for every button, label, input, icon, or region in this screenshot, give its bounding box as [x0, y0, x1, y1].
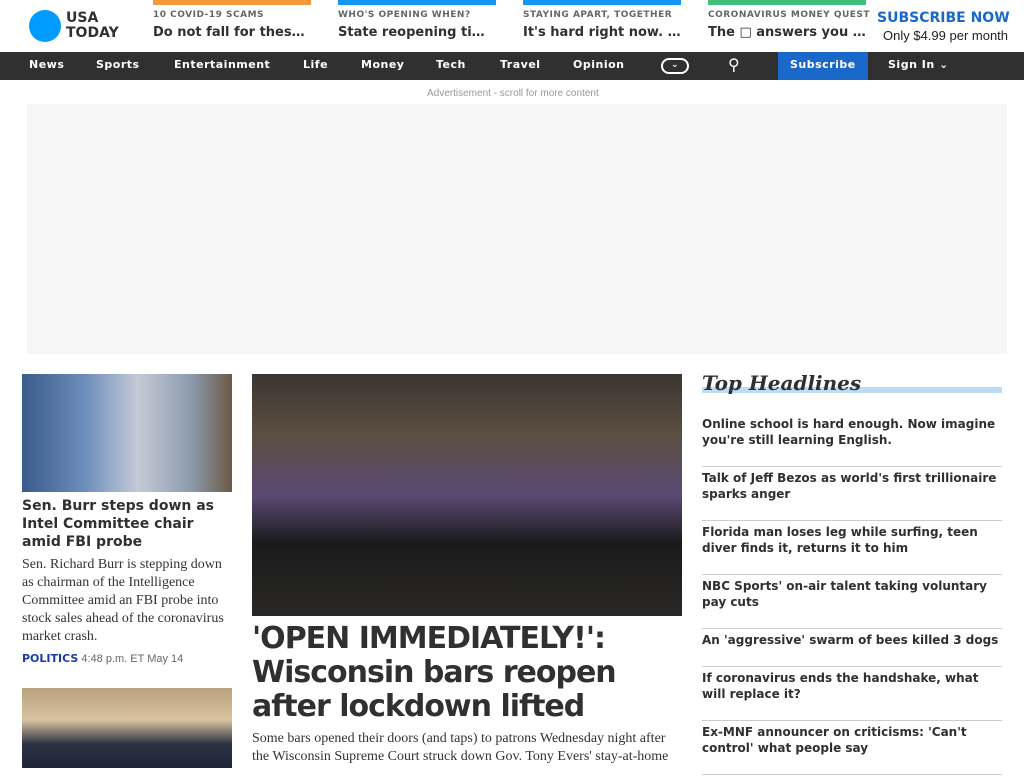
main-story-image[interactable]	[252, 374, 682, 616]
promo-title[interactable]: The □ answers you need	[708, 25, 866, 40]
promo-bar	[708, 0, 866, 5]
nav-sports[interactable]: Sports	[96, 58, 140, 71]
top-headlines-title: Top Headlines	[702, 371, 862, 395]
headline-item[interactable]: An 'aggressive' swarm of bees killed 3 d…	[702, 632, 1002, 667]
advertisement[interactable]	[27, 104, 1007, 354]
promo-kicker: STAYING APART, TOGETHER	[523, 10, 673, 20]
section-label[interactable]: POLITICS	[22, 652, 78, 665]
story-meta: POLITICS 4:48 p.m. ET May 14	[22, 652, 183, 665]
nav-tech[interactable]: Tech	[436, 58, 466, 71]
promo-staying-apart[interactable]: STAYING APART, TOGETHER It's hard right n…	[523, 0, 681, 40]
burr-story-image[interactable]	[22, 374, 232, 492]
headline-item[interactable]: Talk of Jeff Bezos as world's first tril…	[702, 470, 1002, 521]
search-icon[interactable]: ⚲	[728, 55, 740, 74]
main-summary[interactable]: Some bars opened their doors (and taps) …	[252, 730, 682, 766]
promo-title[interactable]: Do not fall for these scams	[153, 25, 311, 40]
top-headlines-list: Online school is hard enough. Now imagin…	[702, 416, 1002, 778]
headline-item[interactable]: Online school is hard enough. Now imagin…	[702, 416, 1002, 467]
promo-covid-scams[interactable]: 10 COVID-19 SCAMS Do not fall for these s…	[153, 0, 311, 40]
promo-bar	[338, 0, 496, 5]
second-story-image[interactable]	[22, 688, 232, 768]
headline-item[interactable]: NBC Sports' on-air talent taking volunta…	[702, 578, 1002, 629]
promo-kicker: WHO'S OPENING WHEN?	[338, 10, 471, 20]
main-nav: News Sports Entertainment Life Money Tec…	[0, 52, 1024, 80]
nav-news[interactable]: News	[29, 58, 64, 71]
promo-bar	[523, 0, 681, 5]
ad-label: Advertisement - scroll for more content	[427, 88, 599, 99]
usa-today-logo[interactable]: USA TODAY	[66, 11, 119, 41]
burr-summary[interactable]: Sen. Richard Burr is stepping down as ch…	[22, 556, 232, 646]
promo-kicker: CORONAVIRUS MONEY QUEST	[708, 10, 871, 20]
timestamp: 4:48 p.m. ET May 14	[81, 653, 184, 665]
main-headline[interactable]: 'OPEN IMMEDIATELY!': Wisconsin bars reop…	[252, 622, 682, 724]
nav-travel[interactable]: Travel	[500, 58, 541, 71]
nav-subscribe-button[interactable]: Subscribe	[778, 52, 868, 80]
promo-money-quest[interactable]: CORONAVIRUS MONEY QUEST The □ answers you…	[708, 0, 871, 40]
sign-in-button[interactable]: Sign In ⌄	[888, 58, 949, 71]
subscribe-now-link[interactable]: SUBSCRIBE NOW	[877, 10, 1010, 26]
promo-title[interactable]: State reopening timeline	[338, 25, 496, 40]
logo-line1: USA	[66, 10, 99, 26]
nav-life[interactable]: Life	[303, 58, 328, 71]
promo-reopening[interactable]: WHO'S OPENING WHEN? State reopening timel…	[338, 0, 496, 40]
nav-opinion[interactable]: Opinion	[573, 58, 625, 71]
subscribe-label: Subscribe	[790, 58, 856, 71]
headline-item[interactable]: Ex-MNF announcer on criticisms: 'Can't c…	[702, 724, 1002, 775]
burr-headline[interactable]: Sen. Burr steps down as Intel Committee …	[22, 497, 232, 551]
nav-entertainment[interactable]: Entertainment	[174, 58, 270, 71]
more-chevron-icon[interactable]: ⌄	[661, 58, 689, 74]
headline-item[interactable]: Florida man loses leg while surfing, tee…	[702, 524, 1002, 575]
promo-title[interactable]: It's hard right now. ☹	[523, 25, 681, 40]
subscribe-price[interactable]: Only $4.99 per month	[883, 28, 1008, 43]
sign-in-label: Sign In	[888, 58, 935, 71]
promo-kicker: 10 COVID-19 SCAMS	[153, 10, 265, 20]
promo-bar	[153, 0, 311, 5]
usa-today-logo-dot[interactable]	[29, 10, 61, 42]
nav-money[interactable]: Money	[361, 58, 404, 71]
headline-item[interactable]: If coronavirus ends the handshake, what …	[702, 670, 1002, 721]
logo-line2: TODAY	[66, 25, 119, 41]
